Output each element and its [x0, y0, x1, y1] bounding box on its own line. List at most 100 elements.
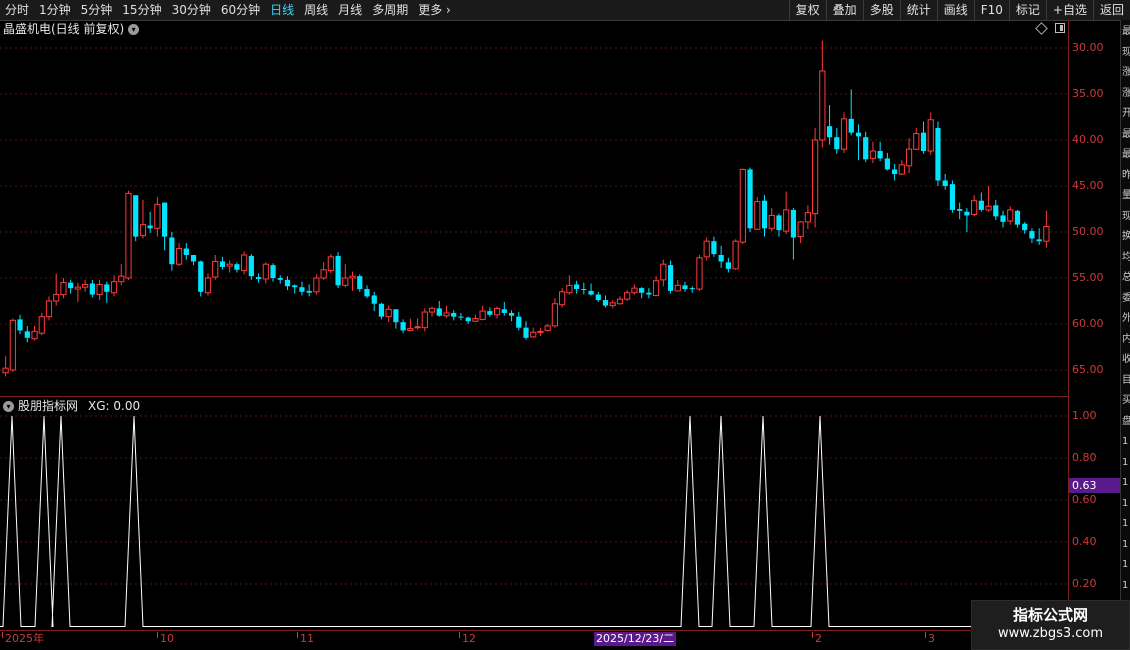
panel-toggle-icon[interactable]	[1055, 23, 1065, 33]
candle	[703, 237, 710, 261]
candle	[104, 281, 110, 303]
quote-field-label: 开	[1122, 108, 1130, 119]
candle	[1036, 228, 1042, 245]
candle	[357, 274, 363, 292]
candle	[385, 305, 392, 323]
watermark-logo: 指标公式网 www.zbgs3.com	[971, 600, 1130, 650]
xg-indicator-line	[0, 415, 1068, 627]
quote-field-label: 1	[1122, 436, 1129, 447]
price-tick-label: 50.00	[1072, 225, 1104, 238]
candle	[436, 301, 442, 317]
candle	[978, 192, 984, 212]
indicator-title-bar: ▾ 股朋指标网 XG: 0.00	[3, 398, 140, 414]
candle	[487, 307, 493, 317]
candle	[942, 174, 948, 190]
price-tick-label: 40.00	[1072, 133, 1104, 146]
candle	[292, 284, 298, 294]
current-value-tag: 0.63	[1069, 478, 1122, 493]
candle	[711, 236, 717, 257]
candle	[559, 288, 566, 308]
candle	[342, 264, 349, 288]
candle	[551, 298, 559, 328]
candle	[428, 306, 436, 317]
candle	[169, 232, 175, 271]
chart-canvas[interactable]	[0, 0, 1068, 630]
price-tick-label: 45.00	[1072, 179, 1104, 192]
candle	[869, 141, 877, 163]
panel-separator[interactable]	[0, 396, 1068, 397]
quote-field-label: 收	[1122, 354, 1130, 365]
candle	[826, 105, 833, 145]
candle	[725, 257, 731, 273]
candle	[508, 310, 515, 322]
candle	[364, 285, 370, 299]
quote-field-label: 换	[1122, 231, 1130, 242]
date-tick-label: 2	[812, 632, 822, 645]
candle	[877, 141, 883, 162]
candle	[957, 202, 963, 220]
price-tick-label: 60.00	[1072, 317, 1104, 330]
candle	[1014, 209, 1021, 228]
candle	[689, 286, 695, 293]
watermark-url: www.zbgs3.com	[997, 626, 1104, 641]
candle	[320, 262, 327, 280]
quote-field-label: 1	[1122, 559, 1129, 570]
candle	[913, 128, 920, 151]
candle	[53, 273, 60, 306]
quote-info-strip[interactable]: 最现涨涨开最最昨量现换均总委外内收目买盘111111111	[1120, 20, 1130, 630]
candle	[154, 197, 161, 237]
quote-field-label: 量	[1122, 190, 1130, 201]
candle	[270, 263, 276, 282]
quote-field-label: 涨	[1122, 67, 1130, 78]
candle	[639, 287, 645, 299]
candle	[674, 279, 681, 292]
candle	[804, 205, 811, 230]
candle	[241, 251, 248, 275]
toolbar-button[interactable]: 返回	[1092, 0, 1130, 20]
candle	[718, 245, 724, 268]
candle	[935, 121, 941, 186]
candle	[783, 191, 790, 234]
candle	[493, 306, 501, 319]
date-tick-label: 12	[459, 632, 476, 645]
candle	[133, 195, 139, 242]
dropdown-circle-icon[interactable]: ▾	[128, 23, 140, 35]
candle	[443, 305, 450, 318]
candle	[175, 243, 183, 267]
candle	[884, 152, 890, 171]
candlestick-series	[2, 40, 1050, 377]
candle	[190, 255, 197, 266]
candle	[646, 288, 652, 299]
quote-field-label: 1	[1122, 579, 1129, 591]
candle	[537, 327, 544, 336]
candle	[863, 131, 869, 163]
candle	[378, 302, 385, 320]
candle	[631, 284, 638, 295]
candle	[38, 312, 45, 336]
candle	[335, 252, 341, 289]
quote-field-label: 1	[1122, 456, 1129, 468]
indicator-value: XG: 0.00	[88, 399, 141, 413]
candle	[371, 291, 377, 312]
indicator-name[interactable]: 股朋指标网	[18, 398, 78, 414]
candle	[31, 325, 38, 341]
candle	[421, 308, 428, 332]
candle	[609, 300, 616, 309]
candle	[949, 180, 956, 213]
quote-field-label: 昨	[1122, 169, 1130, 181]
candle	[198, 260, 204, 297]
candle	[776, 213, 782, 237]
indicator-dropdown-icon[interactable]: ▾	[3, 400, 14, 412]
date-tick-label: 10	[157, 632, 174, 645]
candle	[595, 291, 601, 302]
stock-title: 晶盛机电(日线 前复权)	[3, 22, 125, 36]
candle	[60, 278, 67, 299]
candle	[349, 271, 356, 291]
candle	[616, 296, 624, 305]
candle	[501, 301, 507, 316]
candle	[790, 208, 797, 260]
candle	[451, 310, 457, 321]
quote-field-label: 现	[1122, 210, 1130, 222]
candle	[819, 40, 826, 148]
candle	[1029, 228, 1035, 244]
